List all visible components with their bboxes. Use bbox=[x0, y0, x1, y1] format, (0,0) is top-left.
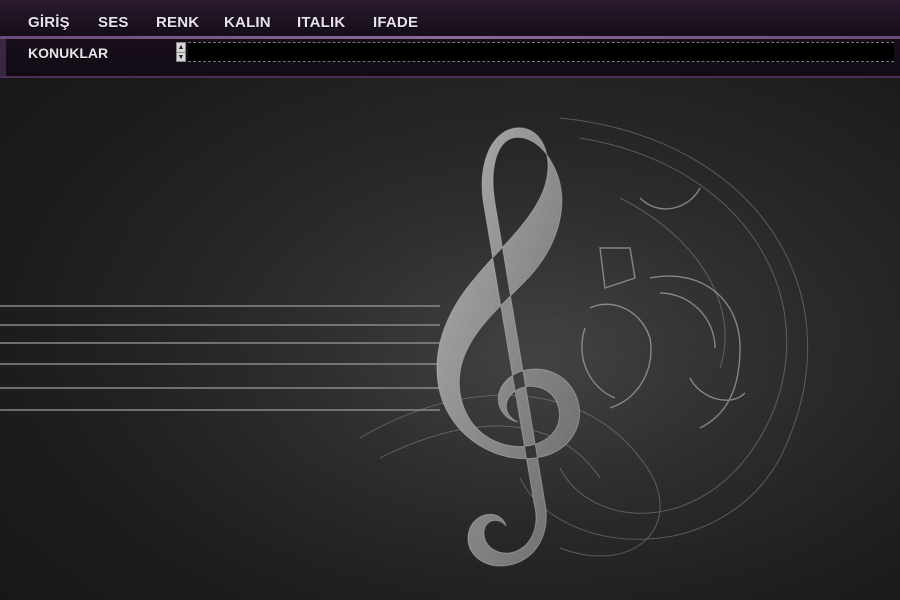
up-down-arrows-icon[interactable]: ▲ ▼ bbox=[176, 42, 186, 62]
menu-item-italik[interactable]: ITALIK bbox=[297, 14, 345, 31]
arrow-down-icon[interactable]: ▼ bbox=[177, 52, 185, 62]
guests-label[interactable]: KONUKLAR bbox=[28, 45, 108, 61]
guest-row: KONUKLAR ▲ ▼ bbox=[0, 39, 900, 67]
top-bar: GİRİŞ SES RENK KALIN ITALIK IFADE KONUKL… bbox=[0, 0, 900, 78]
main-menu: GİRİŞ SES RENK KALIN ITALIK IFADE bbox=[0, 0, 900, 36]
menu-item-ifade[interactable]: IFADE bbox=[373, 14, 418, 31]
arrow-up-icon[interactable]: ▲ bbox=[177, 43, 185, 52]
page: GİRİŞ SES RENK KALIN ITALIK IFADE KONUKL… bbox=[0, 0, 900, 600]
guest-ticker-field[interactable] bbox=[188, 42, 894, 62]
treble-clef-artwork bbox=[0, 78, 900, 600]
menu-item-giris[interactable]: GİRİŞ bbox=[28, 14, 70, 31]
menu-item-kalin[interactable]: KALIN bbox=[224, 14, 271, 31]
menu-item-ses[interactable]: SES bbox=[98, 14, 129, 31]
background-artwork bbox=[0, 78, 900, 600]
menu-item-renk[interactable]: RENK bbox=[156, 14, 199, 31]
